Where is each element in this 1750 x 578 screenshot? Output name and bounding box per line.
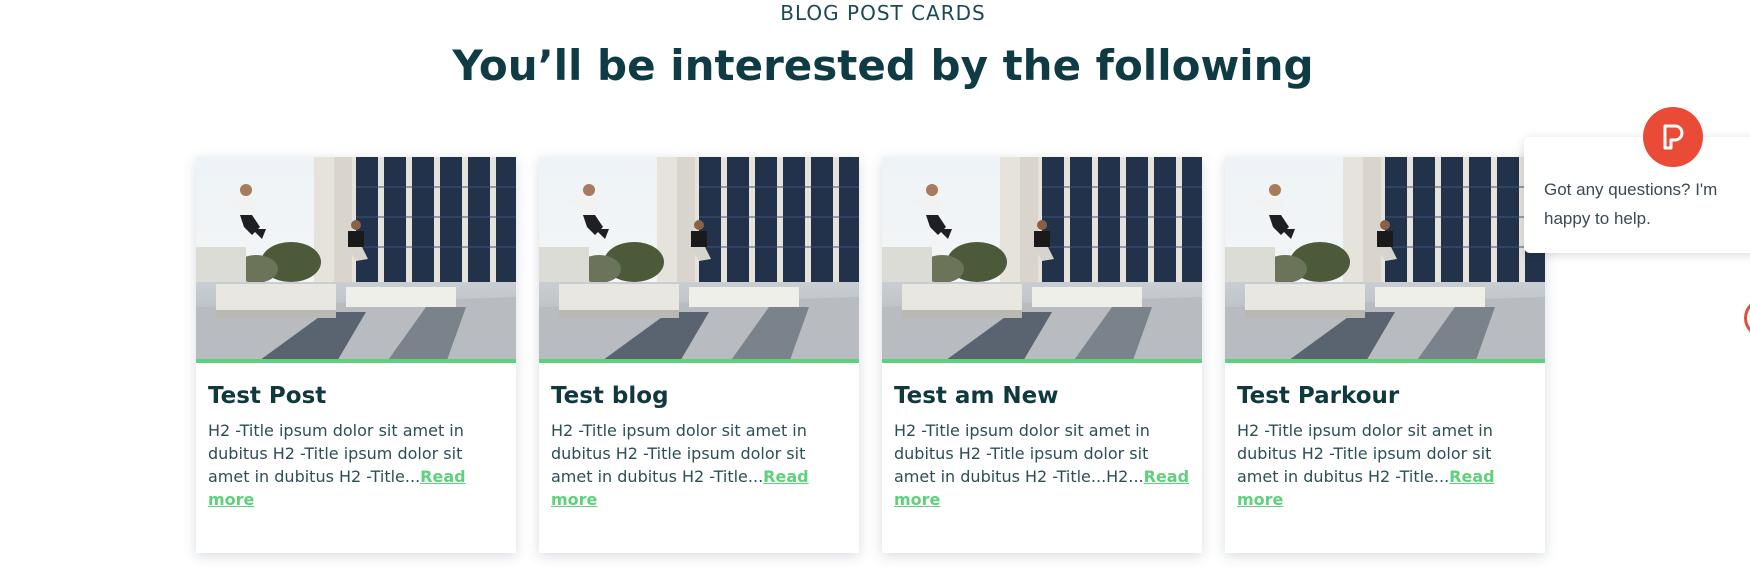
card-body: Test Parkour H2 -Title ipsum dolor sit a… [1225,363,1545,511]
chat-launcher-button[interactable] [1744,298,1750,338]
parkour-photo [882,157,1202,359]
card-title[interactable]: Test Post [208,381,504,411]
chat-message-bubble[interactable]: Got any questions? I'm happy to help. [1524,137,1750,253]
section-headline: You’ll be interested by the following [452,41,1314,90]
parkour-photo [539,157,859,359]
card-body: Test Post H2 -Title ipsum dolor sit amet… [196,363,516,511]
card-image[interactable] [196,157,516,363]
card-excerpt: H2 -Title ipsum dolor sit amet in dubitu… [208,419,504,511]
card-title[interactable]: Test blog [551,381,847,411]
card-body: Test am New H2 -Title ipsum dolor sit am… [882,363,1202,511]
blog-card[interactable]: Test blog H2 -Title ipsum dolor sit amet… [539,157,859,553]
blog-card[interactable]: Test am New H2 -Title ipsum dolor sit am… [882,157,1202,553]
parkour-photo [1225,157,1545,359]
parkour-photo [196,157,516,359]
chat-avatar[interactable] [1643,107,1703,167]
chat-message-text: Got any questions? I'm happy to help. [1544,180,1718,228]
card-excerpt: H2 -Title ipsum dolor sit amet in dubitu… [1237,419,1533,511]
blog-card[interactable]: Test Post H2 -Title ipsum dolor sit amet… [196,157,516,553]
card-excerpt: H2 -Title ipsum dolor sit amet in dubitu… [894,419,1190,511]
section-eyebrow: BLOG POST CARDS [780,1,986,25]
blog-card-list: Test Post H2 -Title ipsum dolor sit amet… [196,157,1545,553]
card-image[interactable] [539,157,859,363]
card-image[interactable] [882,157,1202,363]
card-body: Test blog H2 -Title ipsum dolor sit amet… [539,363,859,511]
blog-section: BLOG POST CARDS You’ll be interested by … [0,0,1750,578]
chat-logo-icon [1663,124,1684,150]
card-image[interactable] [1225,157,1545,363]
card-excerpt: H2 -Title ipsum dolor sit amet in dubitu… [551,419,847,511]
card-excerpt-text: H2 -Title ipsum dolor sit amet in dubitu… [894,421,1150,486]
card-title[interactable]: Test am New [894,381,1190,411]
blog-card[interactable]: Test Parkour H2 -Title ipsum dolor sit a… [1225,157,1545,553]
card-title[interactable]: Test Parkour [1237,381,1533,411]
